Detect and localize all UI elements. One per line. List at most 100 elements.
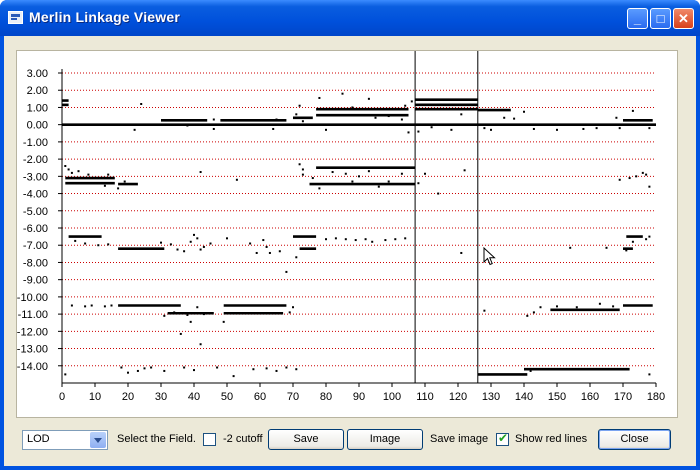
close-button[interactable]: Close xyxy=(598,429,671,450)
data-point xyxy=(265,367,268,370)
client-area: 3.00 2.00 1.00 0.00 -1.00 -2.00 -3.00 -4.00 -5.0… xyxy=(4,36,696,466)
y-tick-label: 3.00 xyxy=(27,68,48,80)
data-point xyxy=(295,368,298,371)
data-point xyxy=(202,313,205,316)
data-point xyxy=(209,242,212,245)
data-point xyxy=(235,178,238,181)
image-button[interactable]: Image xyxy=(347,429,423,450)
x-tick-label: 110 xyxy=(416,391,434,403)
data-point xyxy=(70,171,73,174)
data-point xyxy=(635,175,638,178)
data-point xyxy=(295,256,298,259)
show-red-lines-label: Show red lines xyxy=(515,433,588,445)
data-point xyxy=(404,237,407,240)
data-point xyxy=(275,118,278,121)
data-point xyxy=(265,245,268,248)
data-point xyxy=(645,238,648,241)
data-point xyxy=(133,128,136,131)
y-tick-label: -12.00 xyxy=(17,326,48,338)
title-bar[interactable]: Merlin Linkage Viewer _ □ ✕ xyxy=(0,0,700,36)
data-point xyxy=(199,171,202,174)
x-tick-label: 130 xyxy=(482,391,500,403)
close-window-button[interactable]: ✕ xyxy=(673,8,694,29)
data-point xyxy=(331,171,334,174)
data-point xyxy=(631,240,634,243)
data-point xyxy=(318,187,321,190)
data-point xyxy=(605,246,608,249)
x-tick-label: 160 xyxy=(581,391,599,403)
y-tick-label: -14.00 xyxy=(17,361,48,373)
data-point xyxy=(503,116,506,119)
data-point xyxy=(490,128,492,131)
y-tick-label: -8.00 xyxy=(23,257,48,269)
data-point xyxy=(143,367,146,370)
data-point xyxy=(631,109,634,112)
data-point xyxy=(298,163,301,166)
data-point xyxy=(295,113,298,116)
data-point xyxy=(407,131,410,134)
close-icon: ✕ xyxy=(678,11,689,26)
maximize-button[interactable]: □ xyxy=(650,8,671,29)
field-select[interactable]: LOD xyxy=(22,430,108,450)
data-point xyxy=(249,242,252,245)
data-point xyxy=(513,117,516,120)
chevron-down-icon[interactable] xyxy=(90,432,106,448)
data-point xyxy=(437,192,440,195)
minimize-button[interactable]: _ xyxy=(627,8,648,29)
data-point xyxy=(216,366,219,369)
data-point xyxy=(367,97,370,100)
cutoff-checkbox[interactable] xyxy=(203,433,216,446)
data-point xyxy=(84,305,87,308)
window-title: Merlin Linkage Viewer xyxy=(29,9,180,25)
data-point xyxy=(189,240,192,243)
y-tick-label: -3.00 xyxy=(23,171,48,183)
y-tick-label: -5.00 xyxy=(23,206,48,218)
cutoff-label: -2 cutoff xyxy=(223,433,263,445)
data-point xyxy=(160,241,162,244)
data-point xyxy=(163,369,166,372)
data-point xyxy=(463,169,466,172)
y-tick-label: -9.00 xyxy=(23,275,48,287)
data-point xyxy=(417,130,420,133)
data-point xyxy=(648,185,651,188)
data-point xyxy=(424,172,426,175)
data-point xyxy=(384,239,387,242)
data-point xyxy=(575,306,578,309)
field-select-value: LOD xyxy=(27,433,50,445)
data-point xyxy=(64,165,67,167)
data-point xyxy=(460,113,463,116)
show-red-lines-checkbox[interactable] xyxy=(496,431,509,446)
data-point xyxy=(648,127,651,130)
data-point xyxy=(117,187,120,190)
data-point xyxy=(417,182,420,185)
data-point xyxy=(301,173,304,176)
save-button[interactable]: Save xyxy=(268,429,344,450)
y-tick-label: 1.00 xyxy=(27,102,48,114)
data-point xyxy=(252,368,255,371)
plot-panel: 3.00 2.00 1.00 0.00 -1.00 -2.00 -3.00 -4.00 -5.0… xyxy=(16,50,678,418)
data-point xyxy=(483,309,486,312)
data-point xyxy=(325,128,327,131)
data-point xyxy=(183,366,186,369)
data-point xyxy=(173,311,176,314)
data-point xyxy=(97,244,100,247)
data-point xyxy=(301,120,304,123)
data-point xyxy=(539,306,542,309)
data-point xyxy=(648,373,651,376)
data-point xyxy=(196,306,199,309)
x-tick-label: 0 xyxy=(59,391,65,403)
data-point xyxy=(334,237,337,240)
data-point xyxy=(212,118,215,121)
data-point xyxy=(278,250,281,253)
data-point xyxy=(74,239,77,242)
data-point xyxy=(532,127,535,130)
data-point xyxy=(387,180,390,183)
data-point xyxy=(351,106,354,109)
y-tick-label: 2.00 xyxy=(27,85,48,97)
data-point xyxy=(645,173,648,176)
data-point xyxy=(483,127,486,130)
y-tick-label: -1.00 xyxy=(23,137,48,149)
x-tick-label: 120 xyxy=(449,391,467,403)
data-point xyxy=(387,115,390,118)
data-point xyxy=(532,311,535,314)
